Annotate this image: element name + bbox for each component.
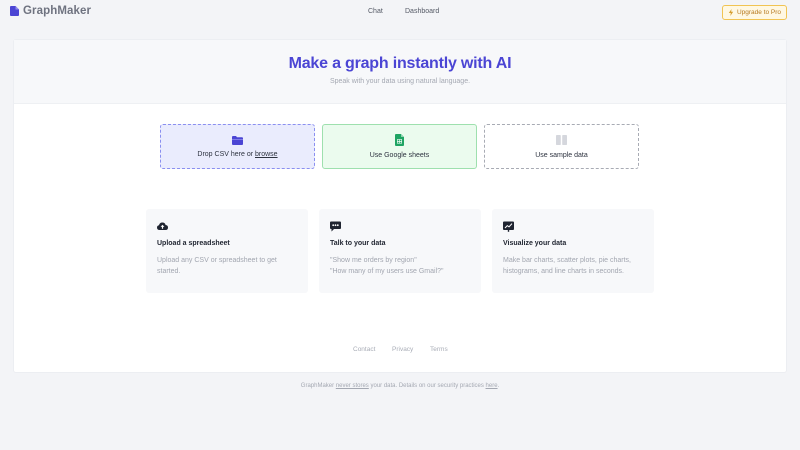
feature-card-upload: Upload a spreadsheet Upload any CSV or s… bbox=[146, 209, 308, 293]
chat-icon bbox=[330, 221, 341, 232]
csv-dropzone-label: Drop CSV here or browse bbox=[161, 151, 314, 158]
chart-icon bbox=[503, 221, 514, 232]
feature-description: Make bar charts, scatter plots, pie char… bbox=[503, 257, 631, 275]
footer-link-contact[interactable]: Contact bbox=[353, 346, 375, 353]
csv-label-text: Drop CSV here or bbox=[197, 151, 255, 158]
sample-data-label: Use sample data bbox=[535, 152, 588, 159]
example-query: "Show me orders by region" bbox=[330, 257, 417, 264]
note-text: . bbox=[497, 383, 500, 389]
lightning-icon bbox=[728, 9, 734, 16]
feature-card-talk: Talk to your data "Show me orders by reg… bbox=[319, 209, 481, 293]
feature-title: Visualize your data bbox=[503, 240, 567, 247]
cloud-upload-icon bbox=[157, 222, 168, 230]
google-sheets-option[interactable]: Use Google sheets bbox=[322, 124, 477, 169]
google-sheets-label: Use Google sheets bbox=[369, 152, 430, 159]
upgrade-label: Upgrade to Pro bbox=[736, 9, 782, 16]
feature-description: "Show me orders by region" "How many of … bbox=[330, 255, 472, 277]
google-sheets-icon bbox=[395, 134, 404, 146]
feature-title: Upload a spreadsheet bbox=[157, 240, 230, 247]
columns-icon bbox=[556, 135, 567, 145]
brand-name: GraphMaker bbox=[23, 5, 92, 17]
footer-link-privacy[interactable]: Privacy bbox=[392, 346, 413, 353]
hero: Make a graph instantly with AI Speak wit… bbox=[14, 40, 786, 104]
nav-dashboard[interactable]: Dashboard bbox=[405, 8, 439, 15]
footer-link-terms[interactable]: Terms bbox=[430, 346, 448, 353]
privacy-note: GraphMaker never stores your data. Detai… bbox=[0, 383, 800, 389]
feature-title: Talk to your data bbox=[330, 240, 386, 247]
upgrade-button[interactable]: Upgrade to Pro bbox=[722, 5, 787, 20]
main-card: Make a graph instantly with AI Speak wit… bbox=[14, 40, 786, 372]
feature-card-visualize: Visualize your data Make bar charts, sca… bbox=[492, 209, 654, 293]
example-query: "How many of my users use Gmail?" bbox=[330, 268, 444, 275]
sample-data-option[interactable]: Use sample data bbox=[484, 124, 639, 169]
note-text: GraphMaker bbox=[300, 383, 336, 389]
nav-chat[interactable]: Chat bbox=[368, 8, 383, 15]
document-icon bbox=[10, 6, 19, 16]
brand[interactable]: GraphMaker bbox=[10, 5, 91, 17]
page-subtitle: Speak with your data using natural langu… bbox=[329, 78, 471, 85]
feature-description: Upload any CSV or spreadsheet to get sta… bbox=[157, 257, 277, 275]
browse-link[interactable]: browse bbox=[255, 151, 278, 158]
never-stores-link[interactable]: never stores bbox=[336, 383, 369, 389]
note-text: your data. Details on our security pract… bbox=[368, 383, 486, 389]
footer-links: Contact Privacy Terms bbox=[14, 346, 786, 356]
top-navbar: GraphMaker Chat Dashboard Upgrade to Pro bbox=[0, 0, 800, 24]
security-here-link[interactable]: here bbox=[486, 383, 498, 389]
page-title: Make a graph instantly with AI bbox=[288, 55, 512, 72]
folder-icon bbox=[232, 136, 243, 145]
csv-dropzone[interactable]: Drop CSV here or browse bbox=[160, 124, 315, 169]
